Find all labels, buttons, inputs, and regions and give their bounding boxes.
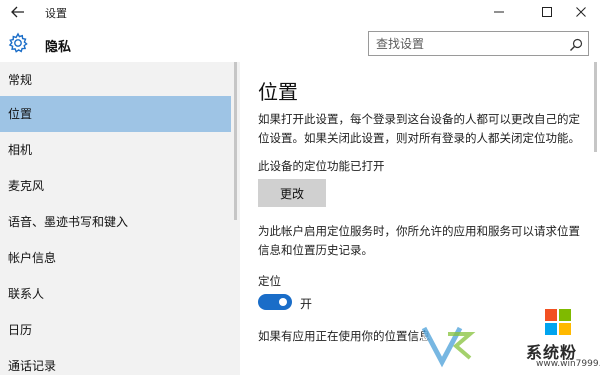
location-toggle-label: 定位 xyxy=(258,274,281,288)
watermark-url: www.win7999.com xyxy=(536,359,600,369)
account-location-description: 为此帐户启用定位服务时，你所允许的应用和服务可以请求位置信息和位置历史记录。 xyxy=(258,224,580,257)
search-box[interactable] xyxy=(368,31,589,56)
sidebar-item-camera[interactable]: 相机 xyxy=(0,132,240,168)
sidebar-item-speech-inking-typing[interactable]: 语音、墨迹书写和键入 xyxy=(0,204,240,240)
minimize-icon xyxy=(494,11,504,13)
page-title: 位置 xyxy=(258,80,298,104)
watermark: 系统粉 www.win7999.com xyxy=(418,308,600,375)
change-button[interactable]: 更改 xyxy=(258,179,326,207)
maximize-icon xyxy=(542,7,552,17)
windows-logo-icon xyxy=(544,308,572,336)
sidebar-item-contacts[interactable]: 联系人 xyxy=(0,276,240,312)
sidebar-item-location[interactable]: 位置 xyxy=(0,96,240,132)
app-location-usage-text: 如果有应用正在使用你的位置信息 xyxy=(258,329,431,343)
page-header: 隐私 xyxy=(0,24,600,62)
toggle-state-label: 开 xyxy=(300,297,313,311)
search-input[interactable] xyxy=(369,32,564,55)
location-toggle[interactable] xyxy=(258,294,292,310)
sidebar-item-call-history[interactable]: 通话记录 xyxy=(0,348,240,375)
device-location-status: 此设备的定位功能已打开 xyxy=(258,159,385,173)
close-icon xyxy=(576,7,586,17)
back-arrow-icon[interactable] xyxy=(10,3,26,21)
gear-icon xyxy=(7,32,29,54)
sidebar-scrollbar[interactable] xyxy=(231,62,240,375)
sidebar-item-account-info[interactable]: 帐户信息 xyxy=(0,240,240,276)
sidebar-scrollbar-thumb[interactable] xyxy=(234,62,237,220)
main-scrollbar-thumb[interactable] xyxy=(594,62,597,152)
location-description: 如果打开此设置，每个登录到这台设备的人都可以更改自己的定位设置。如果关闭此设置，… xyxy=(258,112,580,145)
watermark-badge-icon xyxy=(418,314,476,372)
window-title: 设置 xyxy=(45,7,67,20)
sidebar-item-microphone[interactable]: 麦克风 xyxy=(0,168,240,204)
page-section-title: 隐私 xyxy=(45,40,72,55)
toggle-knob xyxy=(279,298,287,306)
title-bar: 设置 xyxy=(0,0,600,24)
sidebar-item-calendar[interactable]: 日历 xyxy=(0,312,240,348)
close-button[interactable] xyxy=(560,0,600,24)
sidebar-item-general[interactable]: 常规 xyxy=(0,62,240,98)
search-icon[interactable] xyxy=(569,37,583,51)
minimize-button[interactable] xyxy=(478,0,520,24)
